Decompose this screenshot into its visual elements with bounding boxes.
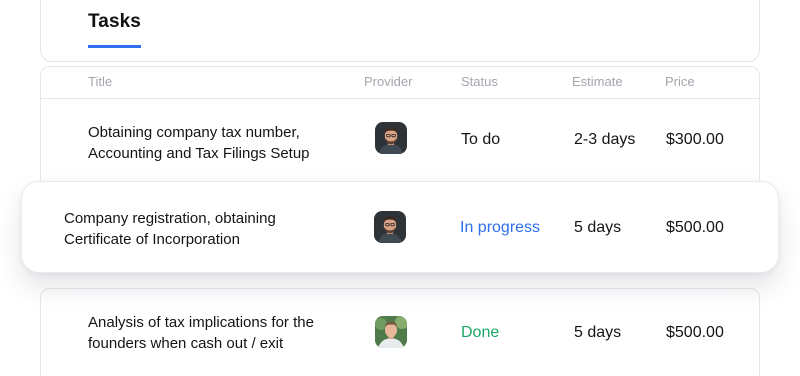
table-row-highlighted[interactable]: Company registration, obtaining Certific… [21,181,779,273]
table-header-row: Title Provider Status Estimate Price [41,67,759,99]
price-text: $300.00 [666,131,724,148]
estimate-text: 5 days [574,324,622,341]
provider-avatar [375,316,407,348]
price-text: $500.00 [666,324,724,341]
provider-avatar [374,211,406,243]
tasks-table: Title Provider Status Estimate Price Obt… [40,66,760,196]
column-header-price: Price [665,74,695,89]
avatar-man-light-icon [375,316,407,348]
tasks-stage: Tasks Title Provider Status Estimate Pri… [0,0,800,376]
estimate-text: 2-3 days [574,131,636,148]
column-header-title: Title [88,74,113,89]
estimate-text: 5 days [574,219,622,236]
status-text: Done [461,324,500,341]
column-header-estimate: Estimate [572,74,623,89]
tasks-header: Tasks [40,0,760,62]
avatar-man-dark-icon [374,211,406,243]
column-header-status: Status [461,74,498,89]
status-text: In progress [460,219,541,236]
task-title: Obtaining company tax number, Accounting… [88,124,310,162]
provider-avatar [375,122,407,154]
task-title: Company registration, obtaining Certific… [64,210,276,248]
status-text: To do [461,131,501,148]
avatar-man-dark-icon [375,122,407,154]
tab-tasks[interactable]: Tasks [88,11,141,48]
column-header-provider: Provider [364,74,413,89]
task-title: Analysis of tax implications for the fou… [88,314,314,352]
table-row[interactable]: Analysis of tax implications for the fou… [40,288,760,376]
price-text: $500.00 [666,219,724,236]
